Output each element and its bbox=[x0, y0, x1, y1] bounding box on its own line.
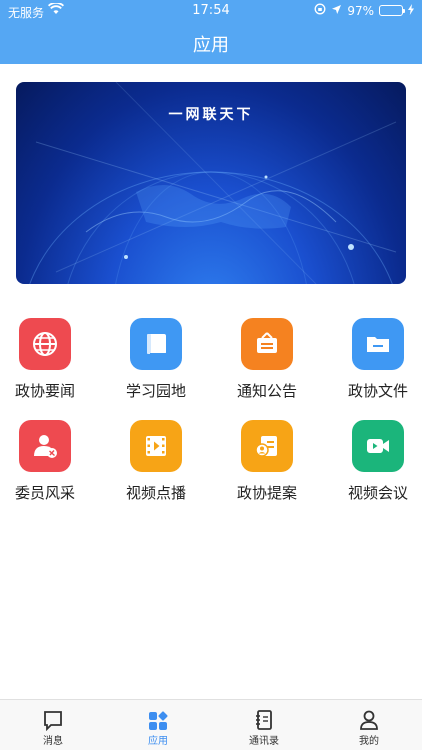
tab-messages[interactable]: 消息 bbox=[13, 708, 93, 747]
charging-icon bbox=[408, 3, 414, 18]
app-item[interactable]: 通知公告 bbox=[222, 318, 312, 401]
app-label: 委员风采 bbox=[14, 484, 75, 502]
app-label: 视频会议 bbox=[347, 484, 408, 502]
app-item[interactable]: 视频会议 bbox=[333, 420, 422, 503]
app-item[interactable]: 学习园地 bbox=[111, 318, 201, 401]
app-header: 无服务 17:54 97% 应用 bbox=[0, 0, 422, 64]
message-icon bbox=[13, 708, 93, 732]
app-label: 学习园地 bbox=[125, 382, 186, 400]
tab-contacts[interactable]: 通讯录 bbox=[224, 708, 304, 747]
banner-text: 一网联天下 bbox=[168, 107, 254, 123]
tab-label: 通讯录 bbox=[249, 736, 279, 747]
tab-apps[interactable]: 应用 bbox=[118, 708, 198, 747]
status-bar: 无服务 17:54 97% bbox=[0, 0, 422, 22]
profile-icon bbox=[329, 708, 409, 732]
page-title: 应用 bbox=[193, 35, 229, 56]
app-label: 视频点播 bbox=[125, 484, 186, 502]
tab-label: 应用 bbox=[148, 736, 168, 747]
notice-board-icon bbox=[241, 318, 293, 370]
member-icon bbox=[19, 420, 71, 472]
app-item[interactable]: 政协文件 bbox=[333, 318, 422, 401]
battery-icon bbox=[379, 5, 405, 16]
banner-image[interactable]: 一网联天下 bbox=[16, 82, 406, 284]
book-icon bbox=[130, 318, 182, 370]
app-item[interactable]: 视频点播 bbox=[111, 420, 201, 503]
location-icon bbox=[331, 4, 342, 18]
status-right: 97% bbox=[314, 3, 414, 18]
battery-percent: 97% bbox=[347, 3, 374, 18]
tab-label: 我的 bbox=[359, 736, 379, 747]
folder-icon bbox=[352, 318, 404, 370]
app-label: 通知公告 bbox=[236, 382, 297, 400]
app-label: 政协提案 bbox=[236, 484, 297, 502]
rotation-lock-icon bbox=[314, 3, 326, 18]
tab-profile[interactable]: 我的 bbox=[329, 708, 409, 747]
tab-bar: 消息 应用 通讯录 我的 bbox=[0, 699, 422, 750]
app-label: 政协文件 bbox=[347, 382, 408, 400]
app-item[interactable]: 政协提案 bbox=[222, 420, 312, 503]
video-camera-icon bbox=[352, 420, 404, 472]
app-item[interactable]: 委员风采 bbox=[0, 420, 90, 503]
app-item[interactable]: 政协要闻 bbox=[0, 318, 90, 401]
app-label: 政协要闻 bbox=[14, 382, 75, 400]
apps-icon bbox=[118, 708, 198, 732]
contacts-icon bbox=[224, 708, 304, 732]
tab-label: 消息 bbox=[43, 736, 63, 747]
proposal-icon bbox=[241, 420, 293, 472]
film-icon bbox=[130, 420, 182, 472]
globe-icon bbox=[19, 318, 71, 370]
